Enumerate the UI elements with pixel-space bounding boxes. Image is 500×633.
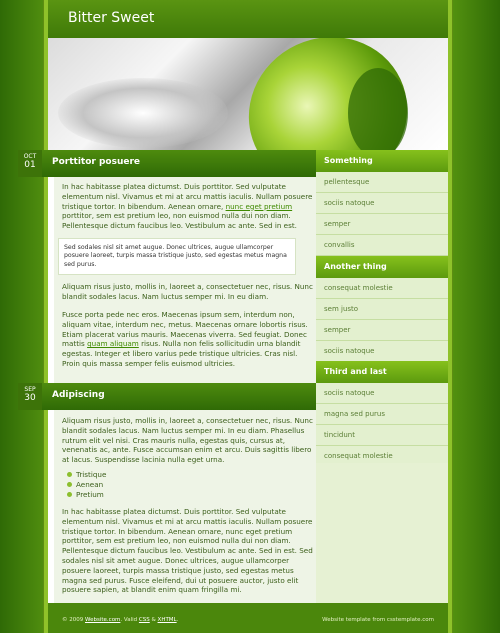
sidebar-link[interactable]: pellentesque bbox=[316, 172, 448, 193]
sidebar: Something pellentesque sociis natoque se… bbox=[316, 150, 448, 467]
sidebar-link[interactable]: semper bbox=[316, 214, 448, 235]
post-title[interactable]: Adipiscing bbox=[52, 390, 105, 400]
paragraph: Aliquam risus justo, mollis in, laoreet … bbox=[62, 282, 313, 301]
post-header: SEP 30 Adipiscing bbox=[18, 383, 317, 410]
sidebar-heading: Third and last bbox=[316, 361, 448, 383]
sidebar-link[interactable]: sem justo bbox=[316, 299, 448, 320]
paragraph: In hac habitasse platea dictumst. Duis p… bbox=[62, 182, 314, 231]
post-body: Aliquam risus justo, mollis in, laoreet … bbox=[62, 282, 314, 302]
post-date: OCT 01 bbox=[18, 150, 42, 177]
site-header: Bitter Sweet bbox=[48, 0, 448, 38]
lime-rind bbox=[348, 68, 408, 150]
footer-text: . bbox=[176, 617, 179, 623]
post-title-bar: Porttitor posuere bbox=[42, 150, 317, 177]
sidebar-link-text[interactable]: sociis natoque bbox=[324, 199, 374, 207]
post-month: OCT bbox=[23, 153, 37, 160]
water-splash bbox=[58, 78, 228, 148]
sidebar-heading-text: Third and last bbox=[324, 367, 387, 376]
sidebar-link-text[interactable]: pellentesque bbox=[324, 178, 369, 186]
footer: © 2009 Website.com. Valid CSS & XHTML. W… bbox=[48, 603, 448, 633]
sidebar-link-text[interactable]: sem justo bbox=[324, 305, 358, 313]
list-item-text: Pretium bbox=[76, 489, 104, 499]
sidebar-link-text[interactable]: semper bbox=[324, 220, 350, 228]
footer-text: . Valid bbox=[120, 617, 139, 623]
post-day: 30 bbox=[24, 393, 36, 403]
page: Bitter Sweet OCT 01 Porttitor posuere In… bbox=[18, 0, 448, 633]
sidebar-link[interactable]: consequat molestie bbox=[316, 278, 448, 299]
paragraph: Fusce porta pede nec eros. Maecenas ipsu… bbox=[62, 310, 314, 369]
footer-css-link[interactable]: CSS bbox=[139, 617, 150, 623]
hero-image bbox=[48, 38, 448, 150]
sidebar-heading-text: Another thing bbox=[324, 262, 387, 271]
list-item: Tristique bbox=[64, 470, 106, 480]
list-item-text: Aenean bbox=[76, 479, 104, 489]
footer-text: & bbox=[149, 617, 158, 623]
list-item-text: Tristique bbox=[76, 470, 107, 479]
bullet-icon bbox=[67, 481, 72, 487]
sidebar-heading: Something bbox=[316, 150, 448, 172]
sidebar-link[interactable]: semper bbox=[316, 320, 448, 341]
sidebar-link[interactable]: magna sed purus bbox=[316, 404, 448, 425]
post-month: SEP bbox=[24, 386, 36, 393]
bullet-icon bbox=[67, 491, 72, 497]
sidebar-link[interactable]: sociis natoque bbox=[316, 193, 448, 214]
post-date: SEP 30 bbox=[18, 383, 42, 410]
sidebar-link-text[interactable]: convallis bbox=[324, 241, 354, 249]
sidebar-link[interactable]: tincidunt bbox=[316, 425, 448, 446]
main-content: OCT 01 Porttitor posuere In hac habitass… bbox=[18, 150, 317, 603]
sidebar-filler bbox=[316, 463, 448, 603]
list-item: Pretium bbox=[64, 490, 106, 500]
sidebar-link-text[interactable]: tincidunt bbox=[324, 431, 355, 439]
sidebar-link-text[interactable]: sociis natoque bbox=[324, 389, 374, 397]
post-title[interactable]: Porttitor posuere bbox=[52, 157, 140, 167]
sidebar-link[interactable]: sociis natoque bbox=[316, 341, 448, 362]
sidebar-link-text[interactable]: sociis natoque bbox=[324, 347, 374, 355]
sidebar-link[interactable]: sociis natoque bbox=[316, 383, 448, 404]
sidebar-link-text[interactable]: consequat molestie bbox=[324, 452, 393, 460]
blockquote: Sed sodales nisl sit amet augue. Donec u… bbox=[58, 238, 296, 276]
bullet-icon bbox=[67, 472, 72, 477]
paragraph-text: porttitor, sem est pretium leo, non euis… bbox=[62, 211, 297, 231]
inline-link[interactable]: quam aliquam bbox=[87, 339, 139, 348]
site-title[interactable]: Bitter Sweet bbox=[68, 10, 154, 26]
sidebar-heading-text: Something bbox=[324, 156, 373, 165]
sidebar-heading: Another thing bbox=[316, 256, 448, 278]
sidebar-link-text[interactable]: consequat molestie bbox=[324, 284, 393, 292]
footer-credit: Website template from csstemplate.com bbox=[322, 617, 434, 623]
sidebar-link-text[interactable]: magna sed purus bbox=[324, 410, 385, 418]
footer-text: © 2009 bbox=[62, 617, 85, 623]
paragraph: In hac habitasse platea dictumst. Duis p… bbox=[62, 507, 313, 595]
bullet-list: Tristique Aenean Pretium bbox=[64, 470, 106, 499]
footer-site-link[interactable]: Website.com bbox=[85, 617, 120, 623]
post-title-bar: Adipiscing bbox=[42, 383, 317, 410]
list-item: Aenean bbox=[64, 480, 106, 490]
footer-xhtml-link[interactable]: XHTML bbox=[158, 617, 177, 623]
inline-link[interactable]: nunc eget pretium bbox=[226, 202, 293, 211]
footer-copyright: © 2009 Website.com. Valid CSS & XHTML. bbox=[62, 617, 178, 623]
sidebar-link[interactable]: convallis bbox=[316, 235, 448, 256]
post-body: In hac habitasse platea dictumst. Duis p… bbox=[62, 507, 314, 595]
post-body: Aliquam risus justo, mollis in, laoreet … bbox=[62, 416, 314, 465]
post-day: 01 bbox=[24, 160, 36, 170]
post-body: In hac habitasse platea dictumst. Duis p… bbox=[62, 182, 314, 231]
paragraph: Aliquam risus justo, mollis in, laoreet … bbox=[62, 416, 313, 465]
post-body: Fusce porta pede nec eros. Maecenas ipsu… bbox=[62, 310, 314, 369]
post-header: OCT 01 Porttitor posuere bbox=[18, 150, 317, 177]
sidebar-link-text[interactable]: semper bbox=[324, 326, 350, 334]
